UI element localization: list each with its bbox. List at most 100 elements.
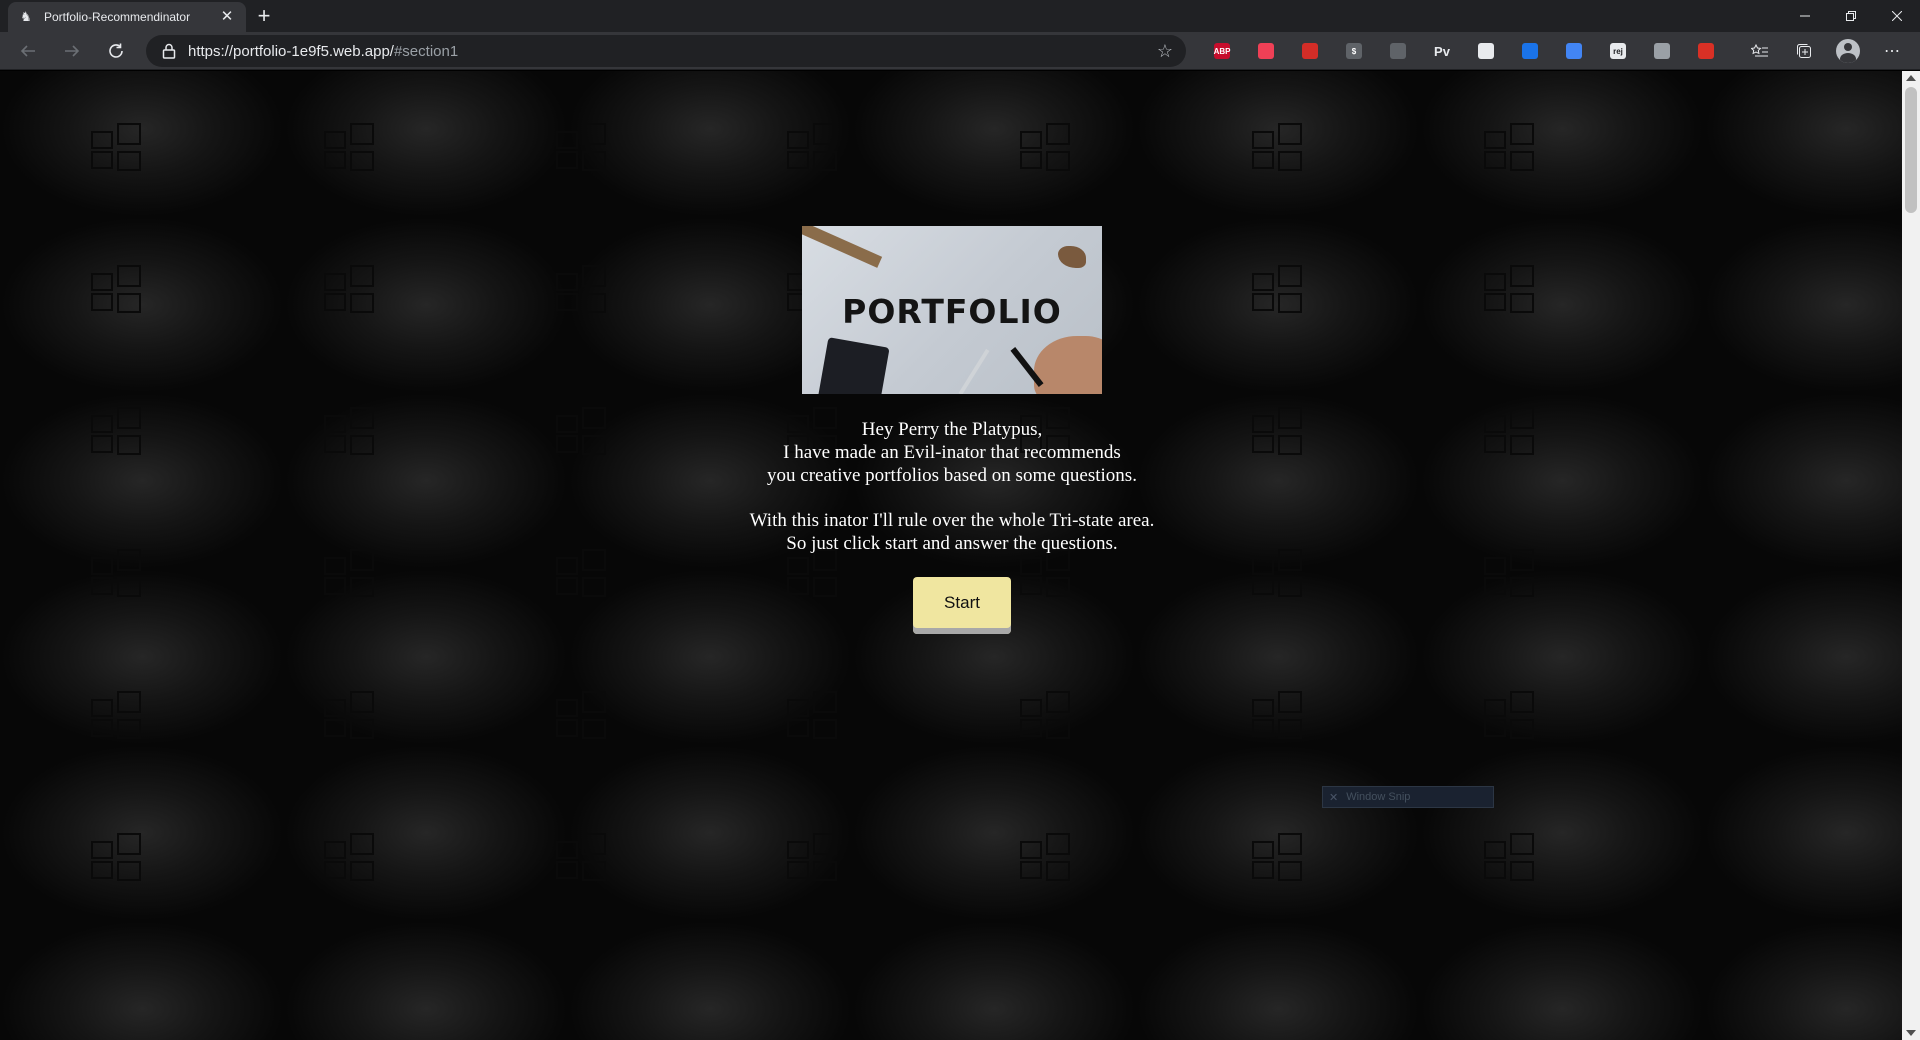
windows-logo-icon xyxy=(1252,265,1304,313)
windows-logo-icon xyxy=(1252,691,1304,739)
reading-list-icon xyxy=(1751,43,1768,57)
collections-icon[interactable] xyxy=(1790,38,1818,64)
windows-logo-icon xyxy=(556,691,608,739)
windows-logo-icon xyxy=(91,123,143,171)
window-snip-overlay[interactable]: ✕ Window Snip xyxy=(1322,786,1494,808)
url-text: https://portfolio-1e9f5.web.app/#section… xyxy=(188,43,458,60)
windows-logo-icon xyxy=(787,123,839,171)
play-icon-badge xyxy=(1478,43,1494,59)
windows-logo-icon xyxy=(324,123,376,171)
regex-icon[interactable]: rej xyxy=(1596,38,1640,64)
close-window-button[interactable] xyxy=(1874,0,1920,32)
collections-glyph-icon xyxy=(1797,44,1811,58)
start-button[interactable]: Start xyxy=(913,577,1011,634)
intro-line: you creative portfolios based on some qu… xyxy=(767,465,1137,486)
windows-logo-icon xyxy=(1020,549,1072,597)
windows-logo-icon xyxy=(787,833,839,881)
dollar-icon-badge: $ xyxy=(1346,43,1362,59)
window-controls xyxy=(1782,0,1920,32)
windows-logo-icon xyxy=(556,549,608,597)
windows-logo-icon xyxy=(324,691,376,739)
close-icon[interactable]: ✕ xyxy=(1329,791,1338,804)
arrow-left-icon xyxy=(20,45,35,57)
compass-icon[interactable] xyxy=(1640,38,1684,64)
block-icon-badge xyxy=(1698,43,1714,59)
block-icon[interactable] xyxy=(1684,38,1728,64)
tab-close-icon[interactable]: ✕ xyxy=(218,8,236,26)
close-icon xyxy=(1892,11,1902,21)
lastpass-icon-badge xyxy=(1302,43,1318,59)
windows-logo-icon xyxy=(1252,833,1304,881)
regex-icon-badge: rej xyxy=(1610,43,1626,59)
restore-button[interactable] xyxy=(1828,0,1874,32)
pen-shape xyxy=(958,348,990,394)
snip-label: Window Snip xyxy=(1346,791,1411,803)
gamepad-icon[interactable] xyxy=(1376,38,1420,64)
hand-shape xyxy=(1034,336,1102,394)
windows-logo-icon xyxy=(1484,691,1536,739)
windows-logo-icon xyxy=(1020,833,1072,881)
adblock-plus-icon-badge: ABP xyxy=(1214,43,1230,59)
pocket-icon-badge xyxy=(1258,43,1274,59)
hero-title: PORTFOLIO xyxy=(842,292,1062,331)
windows-logo-icon xyxy=(324,549,376,597)
windows-logo-icon xyxy=(1484,123,1536,171)
lock-icon xyxy=(162,43,176,59)
reload-button[interactable] xyxy=(102,37,130,65)
windows-logo-icon xyxy=(1484,407,1536,455)
pocket-icon[interactable] xyxy=(1244,38,1288,64)
windows-logo-icon xyxy=(91,407,143,455)
reload-icon xyxy=(109,43,123,58)
favorites-list-icon[interactable] xyxy=(1746,38,1774,64)
profile-button[interactable] xyxy=(1834,38,1862,64)
ruler-shape xyxy=(802,226,883,268)
portfolio-hero-image: PORTFOLIO xyxy=(802,226,1102,394)
scroll-thumb[interactable] xyxy=(1905,87,1917,213)
dollar-icon[interactable]: $ xyxy=(1332,38,1376,64)
windows-logo-icon xyxy=(324,833,376,881)
bookmark-star-icon[interactable]: ☆ xyxy=(1154,40,1176,62)
intro-line: I have made an Evil-inator that recommen… xyxy=(783,442,1121,463)
extensions-bar: ABP $ Pv rej xyxy=(1200,38,1728,64)
forward-button[interactable] xyxy=(58,37,86,65)
back-button[interactable] xyxy=(14,37,42,65)
new-tab-button[interactable]: + xyxy=(252,4,276,28)
adblock-plus-icon[interactable]: ABP xyxy=(1200,38,1244,64)
scroll-down-icon[interactable] xyxy=(1906,1030,1916,1036)
windows-logo-icon xyxy=(1484,549,1536,597)
windows-logo-icon xyxy=(91,691,143,739)
windows-logo-icon xyxy=(1020,123,1072,171)
windows-logo-icon xyxy=(556,123,608,171)
intro-line: So just click start and answer the quest… xyxy=(786,533,1118,554)
windows-logo-icon xyxy=(1252,407,1304,455)
pencil-icon-badge xyxy=(1566,43,1582,59)
windows-logo-icon xyxy=(91,833,143,881)
play-icon[interactable] xyxy=(1464,38,1508,64)
windows-logo-icon xyxy=(1484,833,1536,881)
arrow-right-icon xyxy=(65,45,80,57)
windows-logo-icon xyxy=(91,549,143,597)
windows-logo-icon xyxy=(556,833,608,881)
windows-logo-icon xyxy=(91,265,143,313)
page-viewport: PORTFOLIO Hey Perry the Platypus, I have… xyxy=(0,71,1902,1040)
windows-logo-icon xyxy=(556,265,608,313)
scroll-up-icon[interactable] xyxy=(1906,75,1916,81)
more-options-icon[interactable]: ⋯ xyxy=(1878,38,1906,64)
globe-icon-badge xyxy=(1522,43,1538,59)
address-bar[interactable]: https://portfolio-1e9f5.web.app/#section… xyxy=(146,35,1186,67)
globe-icon[interactable] xyxy=(1508,38,1552,64)
windows-logo-icon xyxy=(1020,691,1072,739)
pv-icon-badge: Pv xyxy=(1434,43,1450,59)
windows-logo-icon xyxy=(324,265,376,313)
minimize-button[interactable] xyxy=(1782,0,1828,32)
tab-portfolio[interactable]: ♞ Portfolio-Recommendinator ✕ xyxy=(8,2,246,32)
pv-icon[interactable]: Pv xyxy=(1420,38,1464,64)
url-hash: #section1 xyxy=(393,43,459,60)
pencil-icon[interactable] xyxy=(1552,38,1596,64)
intro-text: Hey Perry the Platypus, I have made an E… xyxy=(660,418,1244,555)
pencil-shavings-shape xyxy=(1058,246,1086,268)
lastpass-icon[interactable] xyxy=(1288,38,1332,64)
site-favicon-icon: ♞ xyxy=(20,9,32,24)
avatar xyxy=(1836,39,1860,63)
vertical-scrollbar[interactable] xyxy=(1902,71,1920,1040)
